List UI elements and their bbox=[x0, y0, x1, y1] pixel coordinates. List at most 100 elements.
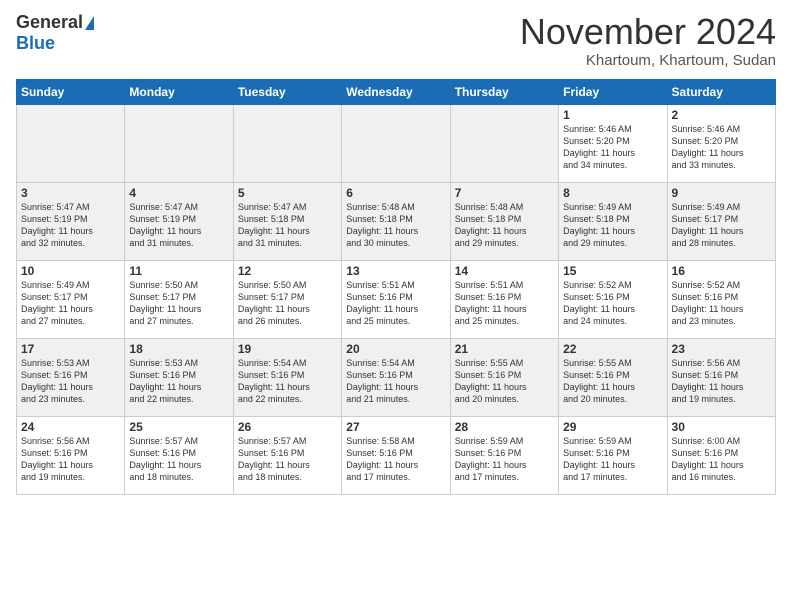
calendar-cell: 26Sunrise: 5:57 AMSunset: 5:16 PMDayligh… bbox=[233, 416, 341, 494]
calendar-cell: 6Sunrise: 5:48 AMSunset: 5:18 PMDaylight… bbox=[342, 182, 450, 260]
header: General Blue November 2024 Khartoum, Kha… bbox=[16, 12, 776, 69]
day-info: Sunrise: 5:59 AMSunset: 5:16 PMDaylight:… bbox=[563, 435, 662, 484]
day-number: 27 bbox=[346, 420, 445, 434]
logo-blue: Blue bbox=[16, 33, 55, 54]
calendar-cell: 28Sunrise: 5:59 AMSunset: 5:16 PMDayligh… bbox=[450, 416, 558, 494]
logo-triangle-icon bbox=[85, 16, 94, 30]
month-title: November 2024 bbox=[520, 12, 776, 52]
calendar-cell: 12Sunrise: 5:50 AMSunset: 5:17 PMDayligh… bbox=[233, 260, 341, 338]
calendar-cell: 23Sunrise: 5:56 AMSunset: 5:16 PMDayligh… bbox=[667, 338, 775, 416]
calendar-cell bbox=[125, 104, 233, 182]
calendar-table: SundayMondayTuesdayWednesdayThursdayFrid… bbox=[16, 79, 776, 495]
calendar-cell bbox=[450, 104, 558, 182]
day-info: Sunrise: 5:56 AMSunset: 5:16 PMDaylight:… bbox=[21, 435, 120, 484]
day-info: Sunrise: 5:53 AMSunset: 5:16 PMDaylight:… bbox=[129, 357, 228, 406]
day-number: 29 bbox=[563, 420, 662, 434]
day-number: 3 bbox=[21, 186, 120, 200]
day-info: Sunrise: 5:50 AMSunset: 5:17 PMDaylight:… bbox=[129, 279, 228, 328]
calendar-cell: 5Sunrise: 5:47 AMSunset: 5:18 PMDaylight… bbox=[233, 182, 341, 260]
weekday-header-tuesday: Tuesday bbox=[233, 79, 341, 104]
calendar-cell: 25Sunrise: 5:57 AMSunset: 5:16 PMDayligh… bbox=[125, 416, 233, 494]
day-info: Sunrise: 5:52 AMSunset: 5:16 PMDaylight:… bbox=[672, 279, 771, 328]
calendar-week-4: 17Sunrise: 5:53 AMSunset: 5:16 PMDayligh… bbox=[17, 338, 776, 416]
calendar-cell: 19Sunrise: 5:54 AMSunset: 5:16 PMDayligh… bbox=[233, 338, 341, 416]
day-number: 21 bbox=[455, 342, 554, 356]
day-info: Sunrise: 5:54 AMSunset: 5:16 PMDaylight:… bbox=[346, 357, 445, 406]
title-area: November 2024 Khartoum, Khartoum, Sudan bbox=[520, 12, 776, 69]
calendar-cell: 8Sunrise: 5:49 AMSunset: 5:18 PMDaylight… bbox=[559, 182, 667, 260]
day-number: 18 bbox=[129, 342, 228, 356]
calendar-cell: 24Sunrise: 5:56 AMSunset: 5:16 PMDayligh… bbox=[17, 416, 125, 494]
calendar-cell: 9Sunrise: 5:49 AMSunset: 5:17 PMDaylight… bbox=[667, 182, 775, 260]
calendar-cell bbox=[17, 104, 125, 182]
calendar-cell: 30Sunrise: 6:00 AMSunset: 5:16 PMDayligh… bbox=[667, 416, 775, 494]
day-info: Sunrise: 5:47 AMSunset: 5:19 PMDaylight:… bbox=[129, 201, 228, 250]
day-info: Sunrise: 5:56 AMSunset: 5:16 PMDaylight:… bbox=[672, 357, 771, 406]
calendar-header-row: SundayMondayTuesdayWednesdayThursdayFrid… bbox=[17, 79, 776, 104]
day-info: Sunrise: 5:57 AMSunset: 5:16 PMDaylight:… bbox=[238, 435, 337, 484]
day-info: Sunrise: 5:48 AMSunset: 5:18 PMDaylight:… bbox=[346, 201, 445, 250]
day-number: 2 bbox=[672, 108, 771, 122]
calendar-cell: 16Sunrise: 5:52 AMSunset: 5:16 PMDayligh… bbox=[667, 260, 775, 338]
calendar-cell: 11Sunrise: 5:50 AMSunset: 5:17 PMDayligh… bbox=[125, 260, 233, 338]
day-number: 17 bbox=[21, 342, 120, 356]
weekday-header-sunday: Sunday bbox=[17, 79, 125, 104]
day-info: Sunrise: 5:46 AMSunset: 5:20 PMDaylight:… bbox=[563, 123, 662, 172]
day-number: 30 bbox=[672, 420, 771, 434]
day-number: 23 bbox=[672, 342, 771, 356]
day-info: Sunrise: 5:47 AMSunset: 5:18 PMDaylight:… bbox=[238, 201, 337, 250]
location-title: Khartoum, Khartoum, Sudan bbox=[520, 52, 776, 69]
calendar-cell: 2Sunrise: 5:46 AMSunset: 5:20 PMDaylight… bbox=[667, 104, 775, 182]
calendar-cell: 7Sunrise: 5:48 AMSunset: 5:18 PMDaylight… bbox=[450, 182, 558, 260]
calendar-week-3: 10Sunrise: 5:49 AMSunset: 5:17 PMDayligh… bbox=[17, 260, 776, 338]
calendar-cell: 4Sunrise: 5:47 AMSunset: 5:19 PMDaylight… bbox=[125, 182, 233, 260]
day-info: Sunrise: 5:46 AMSunset: 5:20 PMDaylight:… bbox=[672, 123, 771, 172]
day-number: 20 bbox=[346, 342, 445, 356]
calendar-cell bbox=[233, 104, 341, 182]
day-info: Sunrise: 5:49 AMSunset: 5:17 PMDaylight:… bbox=[21, 279, 120, 328]
day-number: 16 bbox=[672, 264, 771, 278]
page: General Blue November 2024 Khartoum, Kha… bbox=[0, 0, 792, 612]
calendar-cell: 22Sunrise: 5:55 AMSunset: 5:16 PMDayligh… bbox=[559, 338, 667, 416]
day-info: Sunrise: 5:49 AMSunset: 5:17 PMDaylight:… bbox=[672, 201, 771, 250]
day-number: 10 bbox=[21, 264, 120, 278]
day-number: 6 bbox=[346, 186, 445, 200]
calendar-body: 1Sunrise: 5:46 AMSunset: 5:20 PMDaylight… bbox=[17, 104, 776, 494]
calendar-week-2: 3Sunrise: 5:47 AMSunset: 5:19 PMDaylight… bbox=[17, 182, 776, 260]
logo: General Blue bbox=[16, 12, 94, 54]
calendar-cell bbox=[342, 104, 450, 182]
calendar-cell: 17Sunrise: 5:53 AMSunset: 5:16 PMDayligh… bbox=[17, 338, 125, 416]
day-info: Sunrise: 5:52 AMSunset: 5:16 PMDaylight:… bbox=[563, 279, 662, 328]
day-info: Sunrise: 5:51 AMSunset: 5:16 PMDaylight:… bbox=[455, 279, 554, 328]
day-info: Sunrise: 5:57 AMSunset: 5:16 PMDaylight:… bbox=[129, 435, 228, 484]
logo-line2: Blue bbox=[16, 33, 55, 54]
day-number: 1 bbox=[563, 108, 662, 122]
weekday-header-wednesday: Wednesday bbox=[342, 79, 450, 104]
day-info: Sunrise: 5:48 AMSunset: 5:18 PMDaylight:… bbox=[455, 201, 554, 250]
calendar-cell: 3Sunrise: 5:47 AMSunset: 5:19 PMDaylight… bbox=[17, 182, 125, 260]
day-number: 28 bbox=[455, 420, 554, 434]
day-number: 7 bbox=[455, 186, 554, 200]
logo-line1: General bbox=[16, 12, 94, 33]
day-number: 15 bbox=[563, 264, 662, 278]
day-number: 9 bbox=[672, 186, 771, 200]
day-info: Sunrise: 5:58 AMSunset: 5:16 PMDaylight:… bbox=[346, 435, 445, 484]
day-info: Sunrise: 5:55 AMSunset: 5:16 PMDaylight:… bbox=[563, 357, 662, 406]
day-number: 12 bbox=[238, 264, 337, 278]
day-info: Sunrise: 5:59 AMSunset: 5:16 PMDaylight:… bbox=[455, 435, 554, 484]
day-number: 5 bbox=[238, 186, 337, 200]
calendar-week-5: 24Sunrise: 5:56 AMSunset: 5:16 PMDayligh… bbox=[17, 416, 776, 494]
day-number: 11 bbox=[129, 264, 228, 278]
day-number: 14 bbox=[455, 264, 554, 278]
day-number: 24 bbox=[21, 420, 120, 434]
day-info: Sunrise: 6:00 AMSunset: 5:16 PMDaylight:… bbox=[672, 435, 771, 484]
calendar-cell: 1Sunrise: 5:46 AMSunset: 5:20 PMDaylight… bbox=[559, 104, 667, 182]
calendar-cell: 21Sunrise: 5:55 AMSunset: 5:16 PMDayligh… bbox=[450, 338, 558, 416]
day-info: Sunrise: 5:47 AMSunset: 5:19 PMDaylight:… bbox=[21, 201, 120, 250]
calendar-cell: 13Sunrise: 5:51 AMSunset: 5:16 PMDayligh… bbox=[342, 260, 450, 338]
day-number: 25 bbox=[129, 420, 228, 434]
calendar-cell: 10Sunrise: 5:49 AMSunset: 5:17 PMDayligh… bbox=[17, 260, 125, 338]
day-info: Sunrise: 5:53 AMSunset: 5:16 PMDaylight:… bbox=[21, 357, 120, 406]
day-number: 8 bbox=[563, 186, 662, 200]
calendar-cell: 14Sunrise: 5:51 AMSunset: 5:16 PMDayligh… bbox=[450, 260, 558, 338]
